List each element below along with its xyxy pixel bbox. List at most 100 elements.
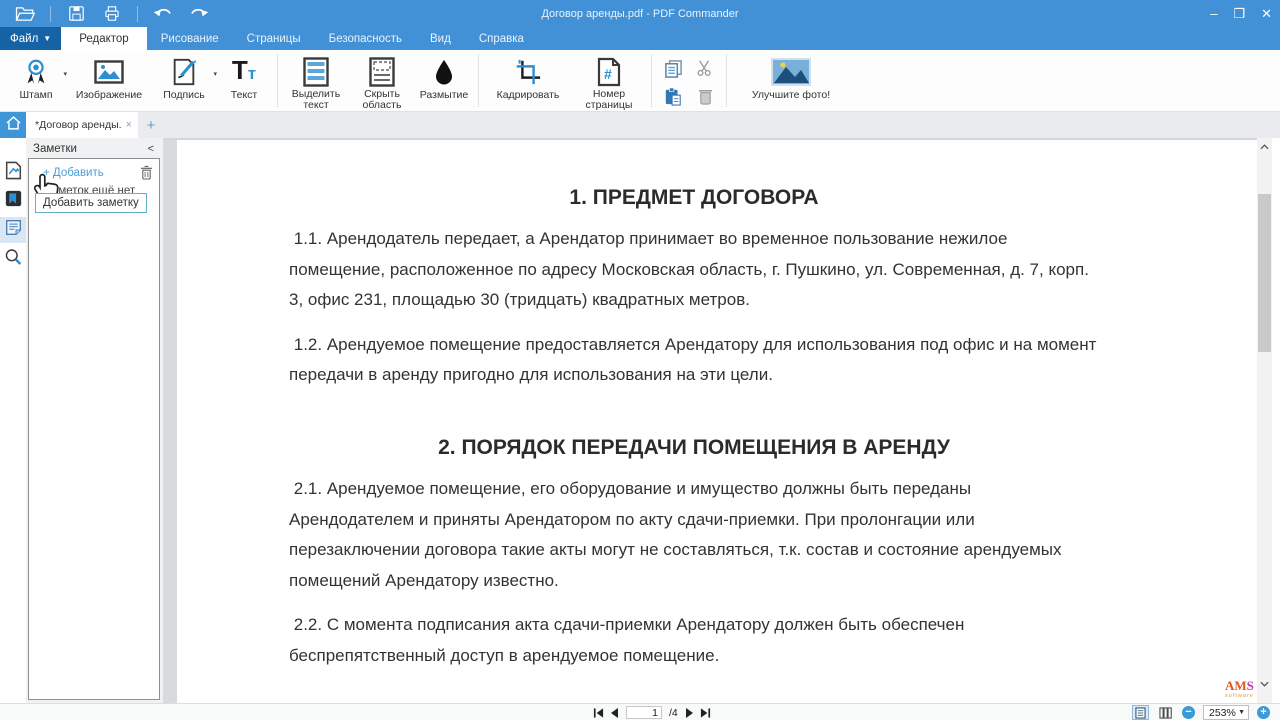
page-navigation: /4 [593,704,711,720]
chevron-down-icon: ▼ [1238,709,1245,716]
svg-text:#: # [604,66,612,82]
menu-file[interactable]: Файл ▼ [0,27,61,50]
cut-icon[interactable] [696,59,714,77]
minimize-button[interactable]: – [1210,6,1217,21]
title-bar: Договор аренды.pdf - PDF Commander – ❒ ✕ [0,0,1280,27]
zoom-in-button[interactable]: + [1257,706,1270,719]
pdf-page[interactable]: 1. ПРЕДМЕТ ДОГОВОРА 1.1. Арендодатель пе… [177,140,1257,703]
page-number-icon: # [596,56,622,87]
paragraph: 1.1. Арендодатель передает, а Арендатор … [289,224,1099,316]
notes-sidebar: Заметки < + Добавить Заметок ещё нет Доб… [26,138,163,703]
section-heading: 1. ПРЕДМЕТ ДОГОВОРА [289,186,1099,210]
bookmark-icon [5,190,22,212]
scroll-up-icon[interactable] [1257,140,1272,154]
titlebar-separator [137,6,138,22]
editor-toolbar: Штамп ▾ Изображение Подпись ▾ Tт Текст [0,50,1280,112]
first-page-button[interactable] [593,708,604,718]
scroll-down-icon[interactable] [1257,677,1272,691]
toolbar-separator [651,54,652,107]
page-total-label: /4 [669,707,678,719]
next-page-button[interactable] [685,708,693,718]
zoom-level-value: 253% [1209,707,1236,719]
redo-icon[interactable] [188,3,210,25]
toolbar-separator [726,54,727,107]
maximize-button[interactable]: ❒ [1233,6,1245,22]
menu-help[interactable]: Справка [465,27,538,50]
menu-drawing[interactable]: Рисование [147,27,233,50]
multi-page-view-icon[interactable] [1157,705,1174,720]
close-button[interactable]: ✕ [1261,6,1272,22]
zoom-out-button[interactable]: − [1182,706,1195,719]
stamp-button[interactable]: Штамп ▾ [6,50,66,111]
menu-editor[interactable]: Редактор [61,27,147,50]
menu-pages[interactable]: Страницы [233,27,315,50]
titlebar-separator [50,6,51,22]
blur-drop-icon [432,56,456,88]
signature-button[interactable]: Подпись ▾ [152,50,216,111]
highlight-text-icon [303,56,329,87]
stamp-icon [22,56,50,88]
paste-icon[interactable] [664,87,682,106]
image-button[interactable]: Изображение [66,50,152,111]
text-button[interactable]: Tт Текст [216,50,272,111]
sidebar-item-search[interactable] [0,246,26,272]
search-icon [4,248,22,271]
print-icon[interactable] [101,3,123,25]
crop-icon [514,56,542,88]
tab-close-icon[interactable]: × [126,119,132,131]
previous-page-button[interactable] [611,708,619,718]
signature-icon [170,56,198,88]
paragraph: 2.2. С момента подписания акта сдачи-при… [289,610,1099,671]
image-document-icon [5,161,22,185]
tab-document[interactable]: *Договор аренды.pdf × [26,112,138,138]
notes-panel: + Добавить Заметок ещё нет Добавить заме… [28,158,160,700]
crop-button[interactable]: Кадрировать [484,50,572,111]
hide-area-button[interactable]: Скрыть область [349,50,415,111]
copy-icon[interactable] [664,59,683,78]
menu-bar: Файл ▼ Редактор Рисование Страницы Безоп… [0,27,1280,50]
chevron-down-icon: ▼ [43,34,51,43]
blur-button[interactable]: Размытие [415,50,473,111]
single-page-view-icon[interactable] [1132,705,1149,720]
open-file-icon[interactable] [14,3,36,25]
vertical-scrollbar[interactable] [1257,138,1272,703]
page-number-button[interactable]: # Номер страницы [572,50,646,111]
sidebar-item-images[interactable] [0,160,26,186]
new-tab-button[interactable]: + [138,112,164,138]
undo-icon[interactable] [152,3,174,25]
main-area: Заметки < + Добавить Заметок ещё нет Доб… [0,138,1280,703]
menu-security[interactable]: Безопасность [315,27,416,50]
toolbar-separator [478,54,479,107]
zoom-controls: − 253% ▼ + [1132,704,1270,720]
toolbar-separator [277,54,278,107]
hide-area-icon [369,56,395,87]
canvas-gutter [163,140,177,705]
document-canvas: 1. ПРЕДМЕТ ДОГОВОРА 1.1. Арендодатель пе… [163,138,1257,703]
trash-icon[interactable] [140,165,153,185]
sidebar-item-bookmarks[interactable] [0,188,26,214]
left-icon-strip [0,138,26,703]
delete-icon[interactable] [697,87,714,105]
document-tab-bar: *Договор аренды.pdf × + [0,112,1280,138]
collapse-panel-icon[interactable]: < [148,143,154,155]
save-icon[interactable] [65,3,87,25]
status-bar: /4 − 253% ▼ + [0,703,1280,720]
enhance-photo-icon [771,56,811,88]
notes-icon [5,219,22,241]
tab-label: *Договор аренды.pdf [35,119,121,131]
notes-panel-title: Заметки [33,143,77,155]
page-number-input[interactable] [626,706,662,719]
scrollbar-thumb[interactable] [1258,194,1271,352]
menu-view[interactable]: Вид [416,27,465,50]
sidebar-item-notes[interactable] [0,217,26,243]
tooltip: Добавить заметку [35,193,147,213]
zoom-level-select[interactable]: 253% ▼ [1203,705,1249,720]
last-page-button[interactable] [700,708,711,718]
ams-watermark: AMS software [1225,680,1254,702]
image-icon [94,56,124,88]
enhance-photo-button[interactable]: Улучшите фото! [732,50,850,111]
home-icon [5,115,22,136]
highlight-text-button[interactable]: Выделить текст [283,50,349,111]
paragraph: 1.2. Арендуемое помещение предоставляетс… [289,330,1099,391]
home-button[interactable] [0,112,26,138]
